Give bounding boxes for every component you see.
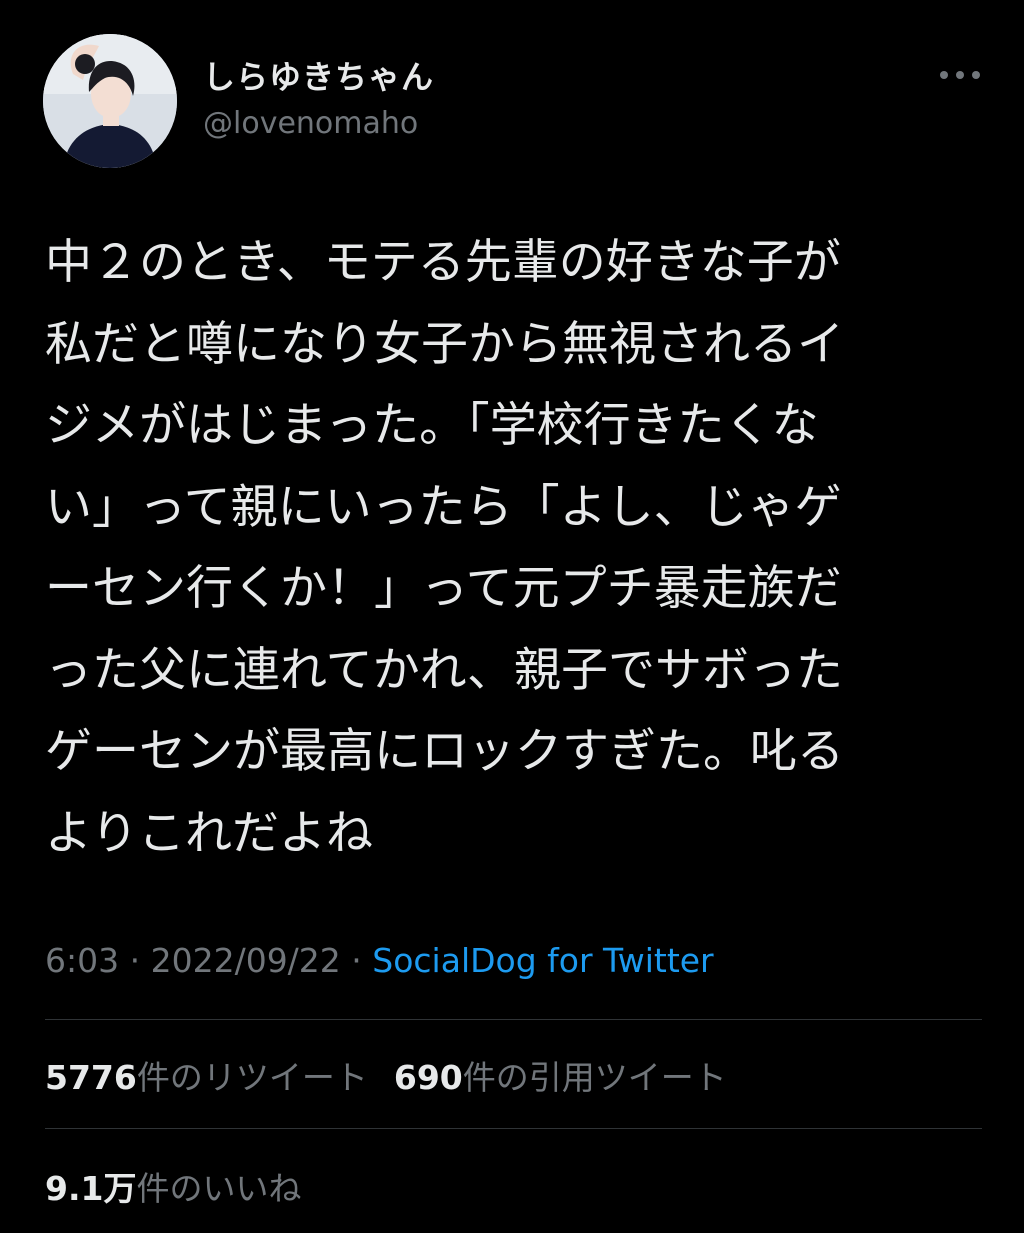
source-link[interactable]: SocialDog for Twitter [372, 941, 713, 980]
tweet-line: ーセン行くか！」って元プチ暴走族だ [45, 561, 842, 616]
quotes-stat[interactable]: 690件の引用ツイート [394, 1051, 727, 1099]
tweet-text: 中２のとき、モテる先輩の好きな子が 私だと噂になり女子から無視されるイ ジメがは… [45, 222, 985, 874]
tweet-line: い」って親にいったら「よし、じゃゲ [45, 479, 842, 535]
likes-count: 9.1万 [45, 1169, 137, 1208]
avatar[interactable] [43, 34, 177, 168]
likes-stat[interactable]: 9.1万件のいいね [45, 1162, 301, 1210]
quotes-label: 件の引用ツイート [462, 1058, 727, 1097]
tweet-line: ジメがはじまった。「学校行きたくな [45, 398, 819, 453]
retweets-count: 5776 [45, 1058, 137, 1097]
ellipsis-icon[interactable] [938, 60, 982, 90]
retweets-stat[interactable]: 5776件のリツイート [45, 1051, 368, 1099]
tweet-line: よりこれだよね [45, 805, 374, 861]
tweet-line: った父に連れてかれ、親子でサボった [45, 642, 844, 698]
profile-photo [43, 34, 177, 168]
retweets-label: 件のリツイート [136, 1058, 368, 1097]
divider [45, 1019, 982, 1020]
tweet-meta: 6:03 · 2022/09/22 · SocialDog for Twitte… [45, 941, 714, 980]
user-handle[interactable]: @lovenomaho [203, 106, 418, 141]
engagement-stats: 5776件のリツイート 690件の引用ツイート [45, 1051, 753, 1099]
tweet-line: 私だと噂になり女子から無視されるイ [45, 316, 844, 372]
quotes-count: 690 [393, 1058, 463, 1097]
tweet-line: ゲーセンが最高にロックすぎた。叱る [45, 724, 844, 779]
likes-label: 件のいいね [136, 1169, 302, 1208]
tweet-date[interactable]: 2022/09/22 [151, 941, 341, 980]
tweet-line: 中２のとき、モテる先輩の好きな子が [45, 235, 841, 290]
divider [45, 1128, 982, 1129]
meta-separator: · [119, 941, 151, 980]
display-name[interactable]: しらゆきちゃん [203, 52, 434, 98]
tweet-time[interactable]: 6:03 [45, 941, 119, 980]
meta-separator: · [340, 941, 373, 980]
